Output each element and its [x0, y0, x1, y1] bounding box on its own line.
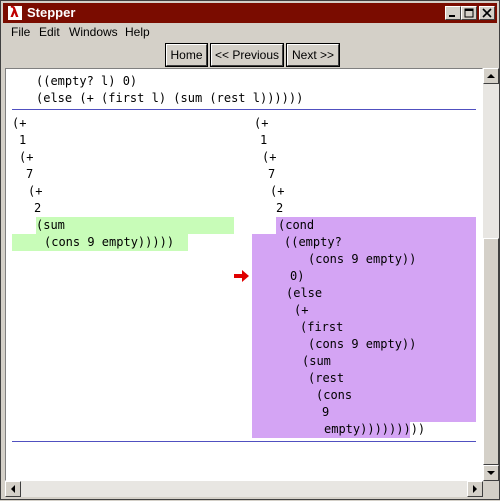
left-expr-line: (+	[28, 184, 43, 198]
scroll-up-button[interactable]	[483, 68, 499, 84]
minimize-button[interactable]	[445, 6, 461, 20]
right-expr-line: empty)))))))))	[324, 422, 426, 436]
right-expr-line: (cons 9 empty))	[308, 337, 417, 351]
scroll-thumb[interactable]	[483, 238, 499, 465]
right-expr-line: 0)	[290, 269, 305, 283]
menu-file[interactable]: File	[11, 25, 30, 39]
right-expr-line: (else	[286, 286, 323, 300]
left-expr-line: (+	[12, 116, 27, 130]
arrow-left-icon	[11, 485, 15, 493]
scroll-corner	[483, 481, 499, 497]
left-expr-line: (+	[19, 150, 34, 164]
left-expr-line: (cons 9 empty)))))	[44, 235, 175, 249]
menu-edit[interactable]: Edit	[39, 25, 60, 39]
vertical-scrollbar[interactable]	[483, 68, 499, 481]
next-button[interactable]: Next >>	[286, 43, 340, 67]
minimize-icon	[449, 15, 455, 17]
right-expr-line: 2	[276, 201, 284, 215]
window-title: Stepper	[27, 5, 76, 20]
right-expr-line: (sum	[302, 354, 331, 368]
lambda-icon: λ	[7, 5, 23, 21]
reduced-highlight	[36, 217, 234, 234]
title-bar: λ Stepper	[3, 3, 497, 23]
stepper-pane[interactable]: ((empty? l) 0) (else (+ (first l) (sum (…	[5, 68, 483, 481]
divider	[12, 109, 476, 110]
step-arrow-icon	[234, 270, 249, 282]
previous-button[interactable]: << Previous	[210, 43, 284, 67]
right-expr-line: (first	[300, 320, 344, 334]
right-expr-line: (+	[270, 184, 285, 198]
right-expr-line: (cond	[278, 218, 315, 232]
left-expr-line: 2	[34, 201, 42, 215]
right-expr-line: 9	[322, 405, 330, 419]
scroll-left-button[interactable]	[5, 481, 21, 497]
maximize-button[interactable]	[461, 6, 477, 20]
left-expr-line: (sum	[36, 218, 65, 232]
arrow-up-icon	[487, 74, 495, 78]
left-expr-line: 1	[19, 133, 27, 147]
close-button[interactable]	[479, 6, 495, 20]
divider	[12, 441, 476, 442]
right-expr-line: (+	[262, 150, 277, 164]
close-icon	[482, 8, 492, 18]
right-expr-line: 1	[260, 133, 268, 147]
arrow-down-icon	[487, 471, 495, 475]
stepper-toolbar: Home << Previous Next >>	[3, 43, 497, 67]
context-line: ((empty? l) 0)	[36, 74, 138, 88]
home-button[interactable]: Home	[165, 43, 208, 67]
menu-help[interactable]: Help	[125, 25, 150, 39]
maximize-icon	[464, 8, 474, 18]
scroll-down-button[interactable]	[483, 465, 499, 481]
scroll-right-button[interactable]	[467, 481, 483, 497]
right-expr-line: 7	[268, 167, 276, 181]
left-expr-line: 7	[26, 167, 34, 181]
right-expr-line: (+	[294, 303, 309, 317]
context-line: (else (+ (first l) (sum (rest l))))))	[36, 91, 304, 105]
horizontal-scrollbar[interactable]	[5, 481, 483, 497]
right-expr-line: (+	[254, 116, 269, 130]
menu-bar: File Edit Windows Help	[3, 23, 497, 43]
stepper-window: λ Stepper File Edit Windows Help Home <<…	[0, 0, 500, 500]
arrow-right-icon	[473, 485, 477, 493]
menu-windows[interactable]: Windows	[69, 25, 118, 39]
right-expr-line: ((empty?	[284, 235, 342, 249]
right-expr-line: (cons	[316, 388, 353, 402]
right-expr-line: (rest	[308, 371, 345, 385]
right-expr-line: (cons 9 empty))	[308, 252, 417, 266]
